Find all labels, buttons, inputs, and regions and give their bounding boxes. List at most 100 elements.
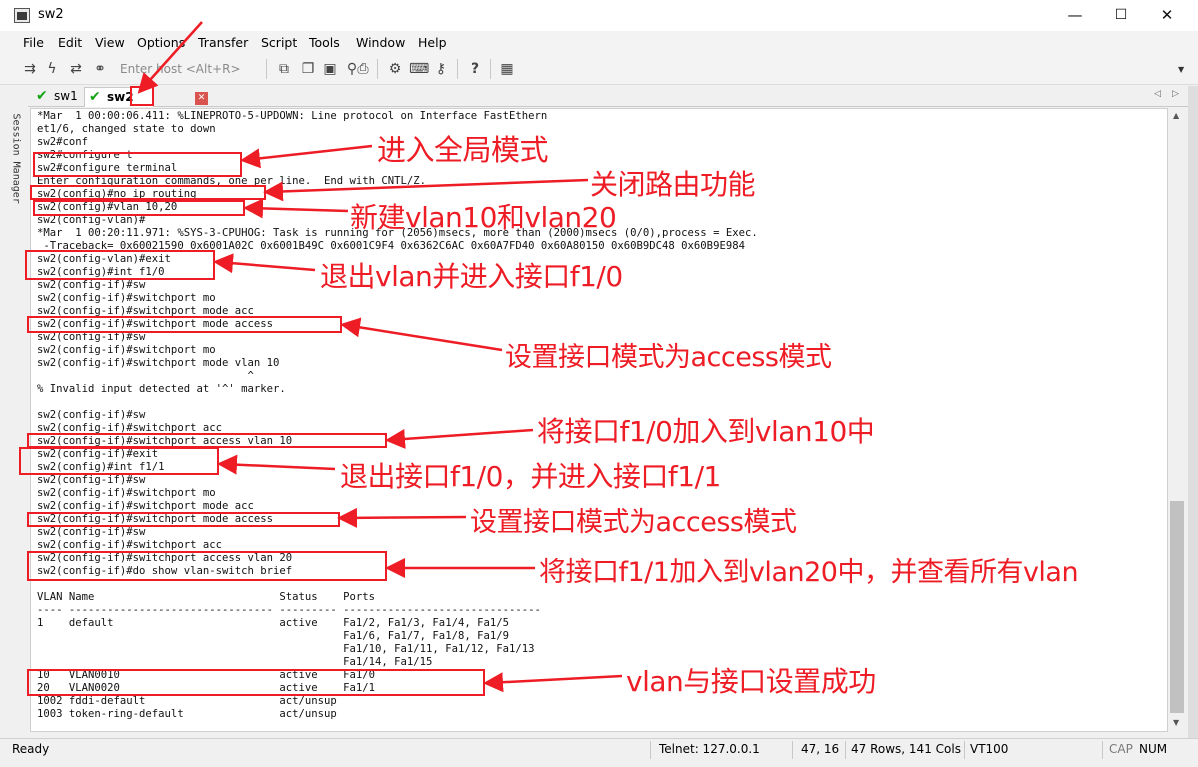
- toolbar-separator: [266, 59, 267, 79]
- window-edge: [1188, 86, 1198, 738]
- keymap-icon[interactable]: ⌨: [409, 59, 429, 79]
- securecrt-window: sw2 — ☐ ✕ File Edit View Options Transfe…: [0, 0, 1198, 767]
- terminal-line: sw2(config-if)#switchport acc: [37, 539, 222, 551]
- terminal-line: Fa1/14, Fa1/15: [37, 656, 433, 668]
- toolbar-separator: [490, 59, 491, 79]
- terminal-line: sw2#configure terminal: [37, 162, 178, 174]
- terminal-line: sw2(config-if)#switchport mode acc: [37, 305, 254, 317]
- paste-icon[interactable]: ❐: [298, 59, 318, 79]
- terminal-line: sw2(config-if)#switchport access vlan 20: [37, 552, 293, 564]
- scroll-up-icon[interactable]: ▲: [1173, 111, 1179, 120]
- menu-tools[interactable]: Tools: [309, 35, 340, 50]
- terminal-line: sw2(config-if)#sw: [37, 331, 146, 343]
- terminal-line: 1003 token-ring-default act/unsup: [37, 708, 337, 720]
- terminal-line: sw2#conf: [37, 136, 89, 148]
- help-icon[interactable]: ?: [465, 59, 485, 79]
- connected-check-icon: ✔: [89, 89, 101, 105]
- terminal-line: sw2(config)#no ip routing: [37, 188, 197, 200]
- tab-sw2[interactable]: ✔ sw2 ✕: [84, 87, 208, 107]
- terminal-line: *Mar 1 00:20:11.971: %SYS-3-CPUHOG: Task…: [37, 227, 758, 239]
- toolbar-separator: [377, 59, 378, 79]
- close-tab-icon[interactable]: ✕: [195, 92, 208, 105]
- terminal-line: sw2(config-vlan)#exit: [37, 253, 171, 265]
- terminal-line: sw2(config-if)#sw: [37, 409, 146, 421]
- terminal-line: sw2(config)#int f1/0: [37, 266, 165, 278]
- menu-bar: File Edit View Options Transfer Script T…: [0, 31, 1198, 54]
- toolbar: ⇉ ϟ ⇄ ⚭ Enter host <Alt+R> ⧉ ❐ ▣ ⚲ ⎙ ⚙ ⌨…: [0, 54, 1198, 85]
- terminal-screen[interactable]: *Mar 1 00:00:06.411: %LINEPROTO-5-UPDOWN…: [30, 108, 1168, 732]
- terminal-line: sw2(config-if)#switchport mo: [37, 292, 216, 304]
- terminal-line: Enter configuration commands, one per li…: [37, 175, 427, 187]
- session-manager-label: Session Manager: [10, 113, 22, 204]
- terminal-line: -Traceback= 0x60021590 0x6001A02C 0x6001…: [37, 240, 745, 252]
- status-ready: Ready: [12, 742, 50, 756]
- scrollbar-thumb[interactable]: [1170, 501, 1184, 713]
- tab-scroll-right-icon[interactable]: ▷: [1172, 89, 1179, 99]
- status-connection: Telnet: 127.0.0.1: [659, 742, 760, 756]
- terminal-line: sw2#configure t: [37, 149, 133, 161]
- session-manager-pane[interactable]: Session Manager: [4, 86, 28, 738]
- close-button[interactable]: ✕: [1144, 0, 1190, 31]
- lightning-icon[interactable]: ϟ: [42, 59, 62, 79]
- status-separator: [964, 741, 965, 759]
- copy-icon[interactable]: ⧉: [274, 59, 294, 79]
- chevron-down-icon[interactable]: ▼: [1178, 65, 1184, 74]
- menu-file[interactable]: File: [23, 35, 44, 50]
- connected-check-icon: ✔: [36, 88, 48, 104]
- menu-transfer[interactable]: Transfer: [198, 35, 248, 50]
- terminal-line: sw2(config-if)#sw: [37, 279, 146, 291]
- tab-scroll-left-icon[interactable]: ◁: [1154, 89, 1161, 99]
- status-separator: [1102, 741, 1103, 759]
- menu-window[interactable]: Window: [356, 35, 405, 50]
- terminal-line: sw2(config-if)#sw: [37, 474, 146, 486]
- connect-icon[interactable]: ⇉: [20, 59, 40, 79]
- terminal-line: sw2(config-if)#switchport mo: [37, 487, 216, 499]
- terminal-line: sw2(config-if)#switchport mode acc: [37, 500, 254, 512]
- maximize-button[interactable]: ☐: [1098, 0, 1144, 31]
- terminal-line: ---- -------------------------------- --…: [37, 604, 541, 616]
- terminal-line: sw2(config-if)#switchport mo: [37, 344, 216, 356]
- terminal-line: et1/6, changed state to down: [37, 123, 216, 135]
- settings-icon[interactable]: ⚙: [385, 59, 405, 79]
- reconnect-icon[interactable]: ⇄: [66, 59, 86, 79]
- terminal-line: Fa1/10, Fa1/11, Fa1/12, Fa1/13: [37, 643, 535, 655]
- app-icon: [14, 8, 30, 23]
- print-icon[interactable]: ⎙: [353, 59, 373, 79]
- vertical-scrollbar[interactable]: ▲ ▼: [1168, 108, 1186, 732]
- scroll-down-icon[interactable]: ▼: [1173, 718, 1179, 727]
- status-numlock: NUM: [1139, 742, 1168, 756]
- terminal-line: 1002 fddi-default act/unsup: [37, 695, 337, 707]
- terminal-line: sw2(config-if)#switchport acc: [37, 422, 222, 434]
- menu-help[interactable]: Help: [418, 35, 447, 50]
- menu-script[interactable]: Script: [261, 35, 297, 50]
- menu-options[interactable]: Options: [137, 35, 185, 50]
- terminal-line: sw2(config-if)#switchport mode vlan 10: [37, 357, 280, 369]
- minimize-button[interactable]: —: [1052, 0, 1098, 31]
- status-bar: Ready Telnet: 127.0.0.1 47, 16 47 Rows, …: [0, 738, 1198, 767]
- terminal-line: 10 VLAN0010 active Fa1/0: [37, 669, 376, 681]
- host-input[interactable]: Enter host <Alt+R>: [120, 62, 241, 76]
- terminal-line: *Mar 1 00:00:06.411: %LINEPROTO-5-UPDOWN…: [37, 110, 548, 122]
- terminal-line: ^: [37, 370, 254, 382]
- script-icon[interactable]: ▦: [497, 59, 517, 79]
- keys-icon[interactable]: ⚷: [431, 59, 451, 79]
- terminal-line: % Invalid input detected at '^' marker.: [37, 383, 286, 395]
- menu-view[interactable]: View: [95, 35, 125, 50]
- terminal-line: sw2(config)#int f1/1: [37, 461, 165, 473]
- disconnect-icon[interactable]: ⚭: [90, 59, 110, 79]
- status-cursor: 47, 16: [801, 742, 840, 756]
- terminal-line: sw2(config)#vlan 10,20: [37, 201, 178, 213]
- tab-sw1[interactable]: ✔ sw1: [32, 87, 80, 107]
- tab-label: sw1: [54, 89, 78, 103]
- terminal-line: VLAN Name Status Ports: [37, 591, 376, 603]
- terminal-line: sw2(config-if)#do show vlan-switch brief: [37, 565, 293, 577]
- terminal-line: sw2(config-if)#sw: [37, 526, 146, 538]
- status-separator: [650, 741, 651, 759]
- clipboard-icon[interactable]: ▣: [320, 59, 340, 79]
- menu-edit[interactable]: Edit: [58, 35, 82, 50]
- status-separator: [792, 741, 793, 759]
- status-caps: CAP: [1109, 742, 1133, 756]
- status-separator: [845, 741, 846, 759]
